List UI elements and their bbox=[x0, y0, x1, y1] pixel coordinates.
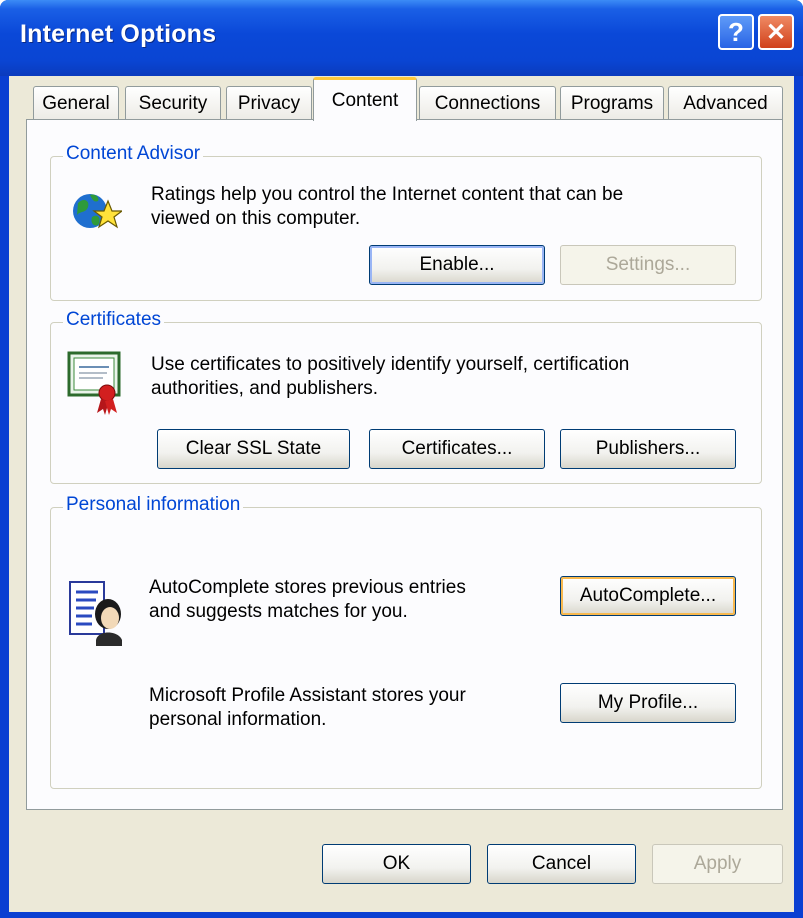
tab-content[interactable]: Content bbox=[313, 77, 417, 121]
dialog-client-area: General Security Privacy Content Connect… bbox=[9, 76, 794, 912]
enable-button-label: Enable... bbox=[419, 254, 495, 275]
tab-label: General bbox=[42, 92, 110, 114]
profile-document-icon bbox=[69, 581, 122, 646]
tab-general[interactable]: General bbox=[33, 86, 119, 120]
tab-security[interactable]: Security bbox=[125, 86, 221, 120]
content-advisor-group: Content Advisor Ratings help you control… bbox=[50, 143, 762, 301]
internet-options-window: Internet Options ? ✕ General Security Pr… bbox=[0, 0, 803, 918]
tab-connections[interactable]: Connections bbox=[419, 86, 556, 120]
enable-button[interactable]: Enable... bbox=[369, 245, 545, 285]
content-tab-panel: Content Advisor Ratings help you control… bbox=[26, 119, 783, 810]
ok-button-label: OK bbox=[382, 853, 411, 874]
settings-button-label: Settings... bbox=[605, 254, 691, 275]
help-button[interactable]: ? bbox=[718, 14, 754, 50]
certificates-button[interactable]: Certificates... bbox=[369, 429, 545, 469]
clear-ssl-state-label: Clear SSL State bbox=[185, 438, 322, 459]
title-bar[interactable]: Internet Options ? ✕ bbox=[0, 0, 803, 76]
tab-label: Programs bbox=[570, 92, 654, 114]
close-icon: ✕ bbox=[765, 18, 787, 46]
settings-button[interactable]: Settings... bbox=[560, 245, 736, 285]
autocomplete-description-line2: and suggests matches for you. bbox=[149, 601, 408, 622]
autocomplete-button-label: AutoComplete... bbox=[579, 585, 717, 606]
tab-label: Security bbox=[138, 92, 208, 114]
cancel-button[interactable]: Cancel bbox=[487, 844, 636, 884]
certificates-description-line2: authorities, and publishers. bbox=[151, 378, 379, 399]
content-advisor-description-line1: Ratings help you control the Internet co… bbox=[151, 184, 624, 205]
cancel-button-label: Cancel bbox=[531, 853, 592, 874]
publishers-button-label: Publishers... bbox=[595, 438, 701, 459]
tab-label: Content bbox=[331, 89, 399, 111]
certificates-description-line1: Use certificates to positively identify … bbox=[151, 354, 630, 375]
tab-label: Advanced bbox=[683, 92, 768, 114]
content-advisor-description-line2: viewed on this computer. bbox=[151, 208, 361, 229]
tab-advanced[interactable]: Advanced bbox=[668, 86, 783, 120]
certificates-group: Certificates Use certificates to positiv… bbox=[50, 309, 762, 484]
close-button[interactable]: ✕ bbox=[758, 14, 794, 50]
tab-privacy[interactable]: Privacy bbox=[226, 86, 312, 120]
help-icon: ? bbox=[728, 16, 744, 47]
ok-button[interactable]: OK bbox=[322, 844, 471, 884]
certificates-button-label: Certificates... bbox=[401, 438, 513, 459]
autocomplete-description-line1: AutoComplete stores previous entries bbox=[149, 577, 466, 598]
certificate-icon bbox=[67, 351, 121, 415]
profile-description-line1: Microsoft Profile Assistant stores your bbox=[149, 685, 466, 706]
tab-programs[interactable]: Programs bbox=[560, 86, 664, 120]
window-title: Internet Options bbox=[20, 20, 217, 48]
certificates-title: Certificates bbox=[63, 309, 165, 331]
my-profile-button-label: My Profile... bbox=[597, 692, 699, 713]
tab-label: Connections bbox=[434, 92, 541, 114]
autocomplete-button[interactable]: AutoComplete... bbox=[560, 576, 736, 616]
personal-information-title: Personal information bbox=[63, 494, 244, 516]
apply-button-label: Apply bbox=[693, 853, 742, 874]
publishers-button[interactable]: Publishers... bbox=[560, 429, 736, 469]
globe-star-icon bbox=[73, 194, 122, 229]
my-profile-button[interactable]: My Profile... bbox=[560, 683, 736, 723]
personal-information-group: Personal information AutoComplete stores… bbox=[50, 494, 762, 789]
content-advisor-title: Content Advisor bbox=[63, 143, 204, 165]
tab-label: Privacy bbox=[237, 92, 301, 114]
apply-button[interactable]: Apply bbox=[652, 844, 783, 884]
clear-ssl-state-button[interactable]: Clear SSL State bbox=[157, 429, 350, 469]
profile-description-line2: personal information. bbox=[149, 709, 327, 730]
